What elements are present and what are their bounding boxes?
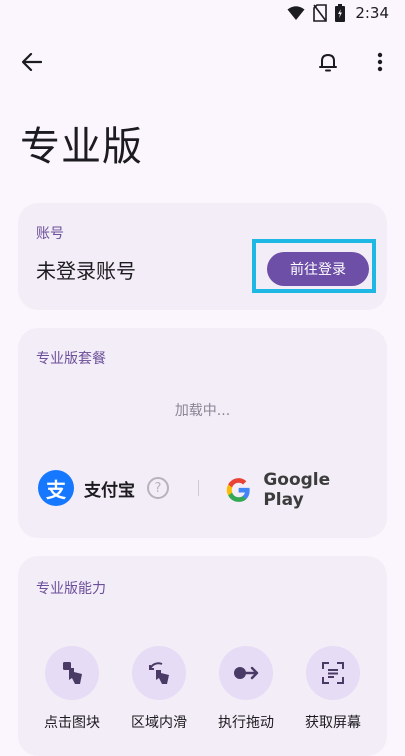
ability-icon-circle	[132, 646, 186, 700]
google-play-label: Google Play	[263, 470, 331, 510]
ability-swipe[interactable]: 区域内滑	[119, 646, 199, 732]
alipay-option[interactable]: 支 支付宝 ?	[38, 470, 169, 506]
abilities-card: 专业版能力 点击图块 区域内滑 执行拖动 获取屏幕	[18, 556, 387, 756]
battery-icon	[335, 4, 346, 22]
no-sim-icon	[313, 4, 328, 22]
status-time: 2:34	[355, 4, 389, 22]
help-icon[interactable]: ?	[147, 477, 169, 499]
notification-button[interactable]	[308, 42, 348, 82]
ability-capture[interactable]: 获取屏幕	[293, 646, 373, 732]
login-button-highlight: 前往登录	[252, 239, 376, 293]
account-label: 账号	[36, 226, 64, 242]
bell-icon	[319, 53, 337, 72]
ability-label: 区域内滑	[131, 715, 187, 731]
more-vert-icon	[377, 52, 383, 72]
capture-screen-icon	[322, 662, 344, 684]
login-button[interactable]: 前往登录	[267, 252, 369, 286]
payment-methods: 支 支付宝 ? Google Play	[38, 468, 367, 510]
page-title: 专业版	[20, 124, 143, 170]
ability-label: 执行拖动	[218, 715, 274, 731]
plan-label: 专业版套餐	[36, 351, 106, 367]
account-card: 账号 未登录账号 前往登录	[18, 203, 387, 310]
plan-card: 专业版套餐 加载中... 支 支付宝 ? Google Play	[18, 328, 387, 538]
abilities-list: 点击图块 区域内滑 执行拖动 获取屏幕	[32, 646, 373, 732]
alipay-label: 支付宝	[84, 480, 135, 501]
status-icons: 2:34	[287, 4, 389, 22]
ability-icon-circle	[219, 646, 273, 700]
arrow-left-icon	[22, 53, 42, 71]
loading-text: 加载中...	[174, 403, 231, 419]
ability-icon-circle	[45, 646, 99, 700]
more-options-button[interactable]	[360, 42, 400, 82]
ability-icon-circle	[306, 646, 360, 700]
status-bar: 2:34	[0, 0, 405, 28]
abilities-label: 专业版能力	[36, 581, 106, 597]
app-bar	[0, 40, 405, 88]
alipay-icon: 支	[38, 470, 74, 506]
google-g-icon	[226, 478, 250, 502]
ability-label: 获取屏幕	[305, 715, 361, 731]
payment-divider	[198, 480, 199, 496]
ability-tap[interactable]: 点击图块	[32, 646, 112, 732]
swipe-area-icon	[149, 662, 169, 684]
google-play-option[interactable]: Google Play	[224, 470, 367, 510]
account-status: 未登录账号	[36, 259, 136, 283]
ability-label: 点击图块	[44, 715, 100, 731]
back-button[interactable]	[12, 42, 52, 82]
drag-icon	[234, 666, 259, 680]
tap-icon	[63, 662, 82, 684]
wifi-icon	[287, 6, 305, 20]
ability-drag[interactable]: 执行拖动	[206, 646, 286, 732]
